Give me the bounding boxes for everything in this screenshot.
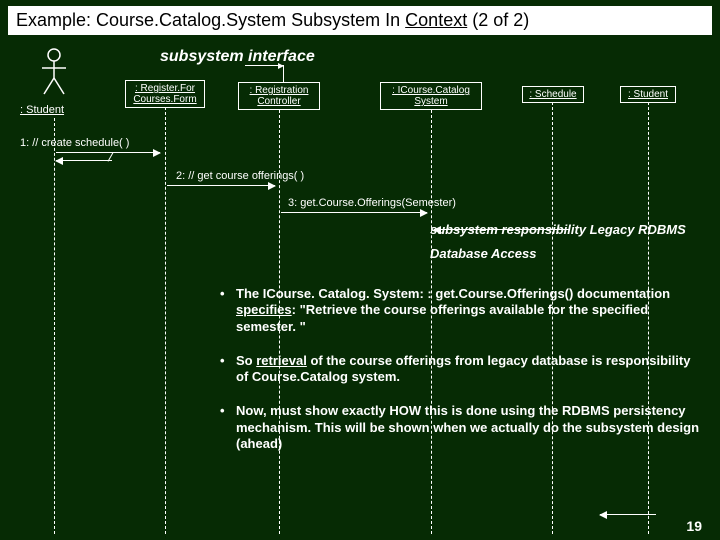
page-number: 19 bbox=[686, 518, 702, 534]
bullet-1-specifies: specifies bbox=[236, 302, 292, 317]
message-2: 2: // get course offerings( ) bbox=[176, 170, 304, 182]
bullet-2-text-a: So bbox=[236, 353, 256, 368]
actor-icon bbox=[40, 48, 80, 96]
title-prefix: Example: Course.Catalog.System Subsystem… bbox=[16, 10, 405, 30]
return-arrow-1 bbox=[56, 160, 112, 161]
bullet-2: So retrieval of the course offerings fro… bbox=[220, 353, 700, 386]
dashline-actor bbox=[54, 118, 55, 534]
bullet-3: Now, must show exactly HOW this is done … bbox=[220, 403, 700, 452]
bullet-1-text-a: The ICourse. Catalog. System: : get.Cour… bbox=[236, 286, 670, 301]
title-suffix: (2 of 2) bbox=[467, 10, 529, 30]
bullet-1: The ICourse. Catalog. System: : get.Cour… bbox=[220, 286, 700, 335]
arrow-2 bbox=[167, 185, 275, 186]
lifeline-registration-controller: : Registration Controller bbox=[238, 82, 320, 110]
bullet-1-text-c: : "Retrieve the course offerings availab… bbox=[236, 302, 648, 333]
lifeline-register-form: : Register.For Courses.Form bbox=[125, 80, 205, 108]
slide-title: Example: Course.Catalog.System Subsystem… bbox=[8, 6, 712, 35]
arrow-1 bbox=[56, 152, 160, 153]
lifeline-icoursecatalog-system: : ICourse.Catalog System bbox=[380, 82, 482, 110]
ahead-arrow bbox=[600, 514, 656, 515]
message-3: 3: get.Course.Offerings(Semester) bbox=[288, 197, 456, 209]
lifeline-schedule: : Schedule bbox=[522, 86, 584, 103]
actor-label: : Student bbox=[20, 104, 64, 116]
title-context: Context bbox=[405, 10, 467, 30]
dashline-registerform bbox=[165, 107, 166, 534]
interface-pointer-drop bbox=[283, 65, 284, 83]
interface-pointer bbox=[245, 65, 283, 66]
responsibility-label: subsystem responsibility Legacy RDBMS bbox=[430, 222, 686, 237]
database-access-label: Database Access bbox=[430, 246, 536, 261]
subsystem-interface-label: subsystem interface bbox=[160, 48, 315, 66]
bullet-2-retrieval: retrieval bbox=[256, 353, 307, 368]
lifeline-student: : Student bbox=[620, 86, 676, 103]
message-1: 1: // create schedule( ) bbox=[20, 137, 129, 149]
arrow-3 bbox=[281, 212, 427, 213]
bullet-list: The ICourse. Catalog. System: : get.Cour… bbox=[220, 286, 700, 470]
